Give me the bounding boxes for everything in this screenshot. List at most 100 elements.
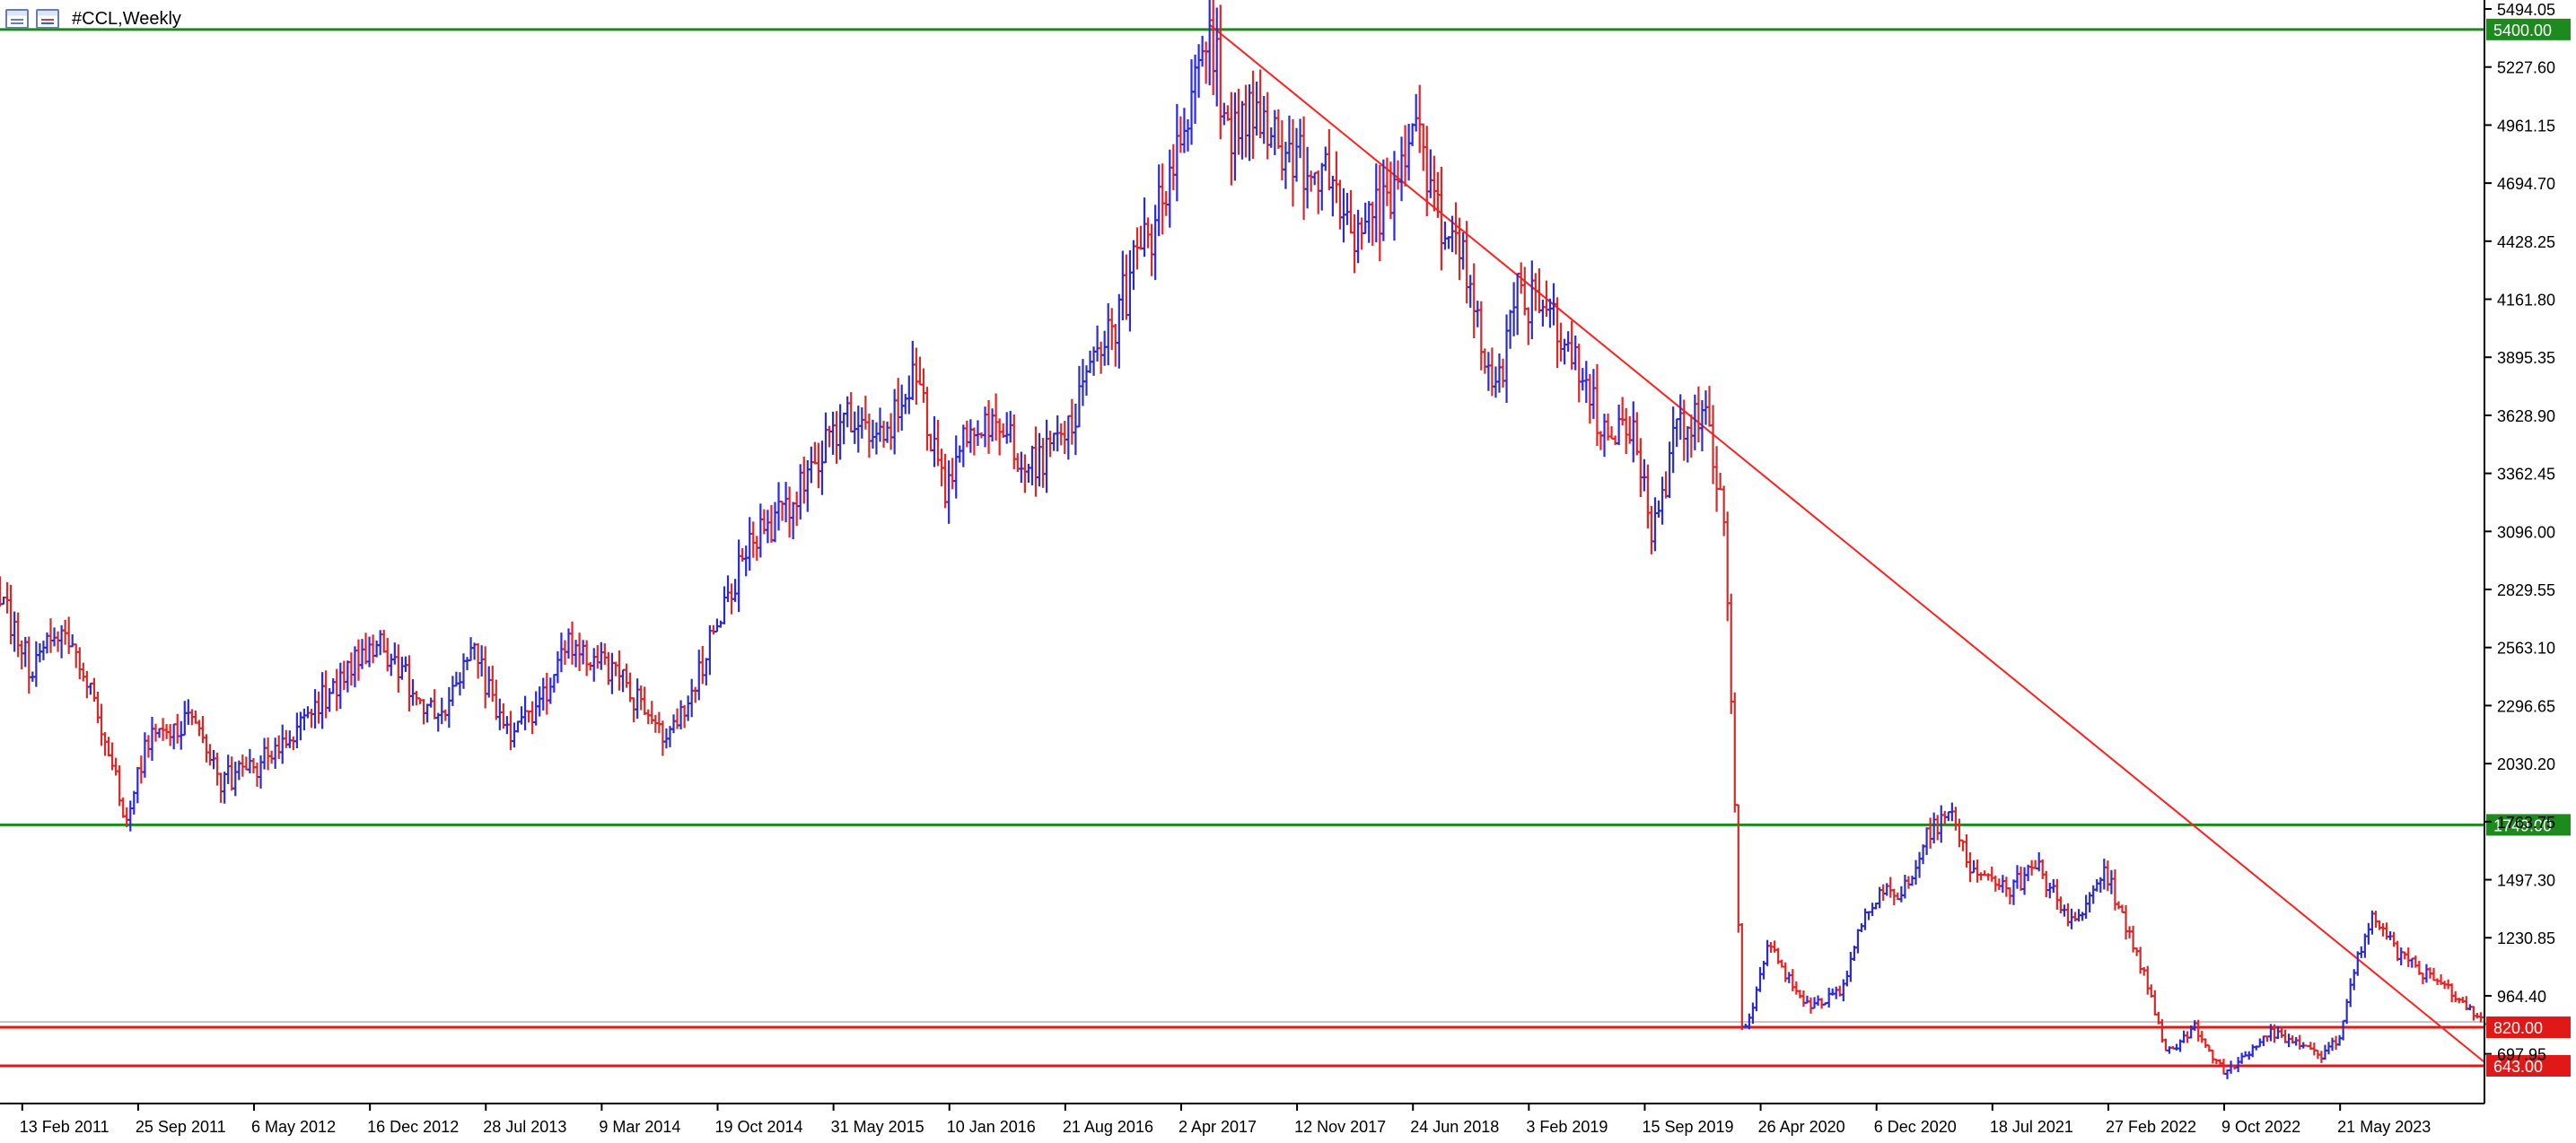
price-bar	[1178, 116, 1184, 153]
price-bar	[2046, 882, 2053, 899]
price-bar	[1793, 981, 1800, 995]
price-bar	[1916, 851, 1923, 878]
y-tick-label: 4694.70	[2497, 175, 2555, 193]
price-bar	[1286, 115, 1292, 163]
price-bar	[1250, 70, 1257, 160]
price-bar	[996, 418, 1003, 456]
price-bar	[341, 660, 347, 691]
x-tick-label: 3 Feb 2019	[1526, 1118, 1608, 1136]
price-bar	[1902, 875, 1908, 899]
price-bar	[391, 642, 398, 665]
price-bar	[2141, 966, 2147, 976]
price-bar	[127, 800, 134, 832]
price-bar	[406, 655, 412, 711]
price-bar	[2108, 869, 2115, 894]
price-bar	[569, 621, 575, 665]
price-bar	[1235, 88, 1241, 155]
price-bar	[312, 689, 319, 729]
price-bar	[215, 752, 221, 786]
price-bar	[1731, 692, 1738, 813]
price-bar	[1126, 250, 1133, 332]
price-bar	[656, 711, 662, 734]
price-bar	[1123, 254, 1129, 320]
price-bar	[2003, 877, 2010, 897]
price-bar	[1460, 231, 1467, 270]
price-bar	[1601, 414, 1608, 458]
price-bar	[783, 482, 789, 523]
price-bar	[884, 421, 890, 443]
price-bar	[2372, 911, 2379, 928]
price-bar	[94, 691, 101, 724]
price-bar	[1384, 157, 1390, 206]
price-bar	[1558, 322, 1564, 362]
price-bar	[493, 679, 499, 720]
price-bar	[1021, 454, 1028, 493]
price-bar	[1757, 966, 1764, 992]
chart-area: #CCL,Weekly 5400.00 1749.00 820.00 643.00 5…	[0, 0, 2576, 1143]
price-bar	[1801, 990, 1807, 1008]
price-bar	[1500, 358, 1506, 388]
price-bar	[1247, 83, 1253, 161]
price-bar	[55, 631, 61, 652]
price-bar	[953, 435, 959, 499]
price-bar	[1692, 394, 1698, 450]
price-bar	[902, 394, 908, 414]
price-bar	[583, 640, 590, 676]
price-bar	[1511, 282, 1517, 336]
price-bar	[1826, 987, 1832, 1008]
price-bar	[2210, 1049, 2216, 1064]
price-bar	[486, 666, 492, 698]
price-bar	[873, 422, 880, 455]
price-bar	[2336, 1034, 2343, 1046]
price-bar	[283, 729, 289, 748]
price-bar	[1345, 193, 1351, 225]
price-bar	[1630, 401, 1636, 463]
price-bar	[1301, 116, 1307, 220]
window-list-icon[interactable]	[5, 9, 29, 29]
price-bar	[1112, 323, 1118, 367]
price-bar	[337, 662, 344, 710]
price-bar	[1214, 7, 1220, 107]
price-bar	[1315, 170, 1321, 214]
price-bar	[1710, 405, 1716, 484]
price-bar	[1923, 827, 1930, 856]
price-bar	[964, 420, 970, 448]
bar-chart-icon[interactable]	[36, 9, 59, 29]
y-tick-label: 3362.45	[2497, 466, 2555, 484]
chart-title-bar: #CCL,Weekly	[5, 5, 181, 32]
price-bar	[1311, 171, 1318, 186]
price-bar	[916, 356, 923, 386]
price-bar	[670, 714, 677, 734]
x-tick-label: 25 Sep 2011	[136, 1118, 226, 1136]
price-bar	[352, 646, 358, 688]
price-bar	[1637, 438, 1643, 497]
price-bar	[772, 502, 778, 543]
price-bar	[1674, 418, 1680, 448]
price-bar	[421, 699, 427, 725]
price-bar	[1663, 471, 1669, 499]
price-bar	[758, 503, 764, 558]
price-bar	[2000, 875, 2006, 894]
price-bar	[156, 728, 162, 738]
price-bar	[801, 456, 807, 504]
price-bar	[2203, 1038, 2209, 1049]
price-bar	[1670, 406, 1677, 474]
price-bar	[1290, 118, 1296, 207]
price-bar	[511, 722, 517, 748]
price-bar	[1152, 205, 1159, 281]
price-bar	[1562, 338, 1568, 365]
price-bar	[399, 656, 405, 680]
price-bar	[2449, 983, 2455, 1003]
price-bar	[706, 624, 713, 676]
price-bar	[989, 408, 995, 442]
price-bar	[2101, 859, 2107, 890]
price-bar	[1880, 884, 1887, 902]
price-bar	[1167, 149, 1173, 228]
price-bar	[870, 419, 876, 449]
price-bar	[714, 618, 720, 633]
price-bar	[1283, 142, 1289, 189]
y-tick-label: 1230.85	[2497, 929, 2555, 947]
price-bar	[2260, 1035, 2266, 1046]
price-bar	[395, 644, 401, 693]
price-bar	[515, 720, 521, 733]
